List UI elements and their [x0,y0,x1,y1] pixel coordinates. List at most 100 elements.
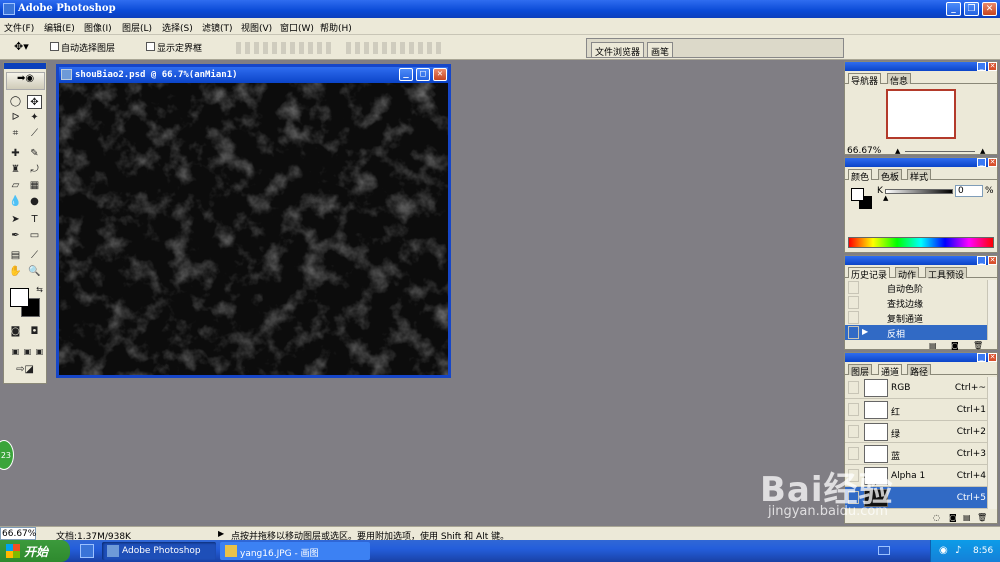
magic-wand-icon[interactable]: ✦ [27,111,42,125]
zoom-tool-icon[interactable]: 🔍 [27,265,42,279]
pen-tool-icon[interactable]: ✒ [8,229,23,243]
k-slider[interactable] [885,189,953,194]
start-button[interactable]: 开始 [0,540,70,562]
tab-styles[interactable]: 样式 [907,169,932,183]
palette-close-button[interactable]: ✕ [988,62,997,71]
image-canvas[interactable] [59,83,448,375]
visibility-toggle[interactable] [848,381,859,394]
lasso-tool-icon[interactable]: ᐅ [8,111,23,125]
doc-close-button[interactable]: ✕ [433,68,447,81]
navigator-thumbnail[interactable] [886,89,956,139]
new-document-icon[interactable]: ▤ [929,341,937,350]
restore-button[interactable]: ❐ [964,2,979,16]
visibility-toggle[interactable] [848,447,859,460]
tab-paths[interactable]: 路径 [907,364,932,378]
move-tool-icon[interactable]: ✥▾ [14,40,29,53]
blur-tool-icon[interactable]: 💧 [8,195,23,209]
zoom-in-icon[interactable]: ▲ [980,147,985,155]
channels-scrollbar[interactable] [987,377,997,509]
jump-to-imageready-icon[interactable]: ⇨◪ [8,363,42,377]
clone-stamp-icon[interactable]: ♜ [8,163,23,177]
tab-brushes[interactable]: 画笔 [647,42,674,58]
tab-channels[interactable]: 通道 [878,364,903,378]
channel-row[interactable]: 红 Ctrl+1 [845,399,989,421]
tab-navigator[interactable]: 导航器 [848,73,882,87]
menu-layer[interactable]: 图层(L) [122,21,152,34]
volume-icon[interactable]: ♪ [955,545,961,556]
auto-select-checkbox[interactable] [50,42,59,51]
save-selection-icon[interactable]: ◙ [949,513,957,522]
tab-swatches[interactable]: 色板 [878,169,903,183]
shape-tool-icon[interactable]: ▭ [27,229,42,243]
visibility-toggle[interactable] [848,403,859,416]
history-brush-source[interactable] [848,296,859,309]
palette-close-button[interactable]: ✕ [988,256,997,265]
type-tool-icon[interactable]: T [27,213,42,227]
menu-edit[interactable]: 编辑(E) [44,21,75,34]
foreground-color-swatch[interactable] [10,288,29,307]
tab-actions[interactable]: 动作 [895,267,920,281]
show-bounds-checkbox[interactable] [146,42,155,51]
eyedropper-tool-icon[interactable]: ⟋ [27,249,42,263]
clock[interactable]: 8:56 [973,546,993,556]
palette-minimize-button[interactable]: _ [977,158,986,167]
tab-color[interactable]: 颜色 [848,169,873,183]
tab-tool-presets[interactable]: 工具预设 [925,267,968,281]
tab-history[interactable]: 历史记录 [848,267,891,281]
menu-image[interactable]: 图像(I) [84,21,112,34]
eraser-tool-icon[interactable]: ▱ [8,179,23,193]
tab-info[interactable]: 信息 [887,73,912,87]
notes-tool-icon[interactable]: ▤ [8,249,23,263]
document-window[interactable]: shouBiao2.psd @ 66.7%(anMian1) _ □ ✕ [56,64,451,378]
history-item[interactable]: 查找边缘 [845,295,989,310]
doc-minimize-button[interactable]: _ [399,68,413,81]
document-title-bar[interactable]: shouBiao2.psd @ 66.7%(anMian1) _ □ ✕ [59,67,448,83]
taskbar-item-photoshop[interactable]: Adobe Photoshop [102,542,216,560]
photoshop-logo-icon[interactable]: ➡◉ [6,72,45,90]
palette-minimize-button[interactable]: _ [977,62,986,71]
k-slider-handle-icon[interactable]: ▲ [883,194,888,202]
menu-filter[interactable]: 滤镜(T) [202,21,233,34]
taskbar-item-paint[interactable]: yang16.JPG - 画图 [220,542,370,560]
visibility-toggle[interactable] [848,425,859,438]
minimize-button[interactable]: _ [946,2,961,16]
color-ramp[interactable] [848,237,994,248]
history-brush-icon[interactable]: ⤾ [27,163,42,177]
zoom-slider[interactable] [905,151,975,152]
quick-mask-icon[interactable]: ◘ [27,325,42,339]
menu-select[interactable]: 选择(S) [162,21,193,34]
trash-icon[interactable]: 🗑 [973,341,983,350]
history-item-selected[interactable]: ▶ 反相 [845,325,989,340]
history-scrollbar[interactable] [987,280,997,340]
color-foreground-swatch[interactable] [851,188,864,201]
delete-channel-icon[interactable]: 🗑 [977,513,987,522]
quick-launch-icon[interactable] [80,544,94,558]
doc-maximize-button[interactable]: □ [416,68,430,81]
channel-row[interactable]: 绿 Ctrl+2 [845,421,989,443]
side-badge[interactable]: 23 [0,440,14,470]
history-brush-source[interactable] [848,326,859,339]
history-item[interactable]: 复制通道 [845,310,989,325]
slice-tool-icon[interactable]: ⟋ [27,127,42,141]
healing-brush-icon[interactable]: ✚ [8,147,23,161]
move-tool-icon[interactable]: ✥ [27,95,42,109]
menu-window[interactable]: 窗口(W) [280,21,314,34]
palette-close-button[interactable]: ✕ [988,158,997,167]
load-selection-icon[interactable]: ◌ [933,513,940,522]
history-brush-source[interactable] [848,281,859,294]
crop-tool-icon[interactable]: ⌗ [8,127,23,141]
zoom-out-icon[interactable]: ▲ [895,147,900,155]
distribute-buttons[interactable] [346,42,442,54]
screen-mode-full-icon[interactable]: ▣ [32,345,47,359]
status-zoom-field[interactable]: 66.67% [0,527,36,540]
align-buttons[interactable] [236,42,332,54]
palette-minimize-button[interactable]: _ [977,353,986,362]
menu-file[interactable]: 文件(F) [4,21,34,34]
history-item[interactable]: 自动色阶 [845,280,989,295]
channel-row[interactable]: RGB Ctrl+~ [845,377,989,399]
status-arrow-icon[interactable]: ▶ [218,529,224,538]
marquee-tool-icon[interactable]: ◯ [8,95,23,109]
navigator-zoom[interactable]: 66.67% [847,146,881,156]
desktop-toolbar-icon[interactable] [878,546,890,555]
tab-layers[interactable]: 图层 [848,364,873,378]
